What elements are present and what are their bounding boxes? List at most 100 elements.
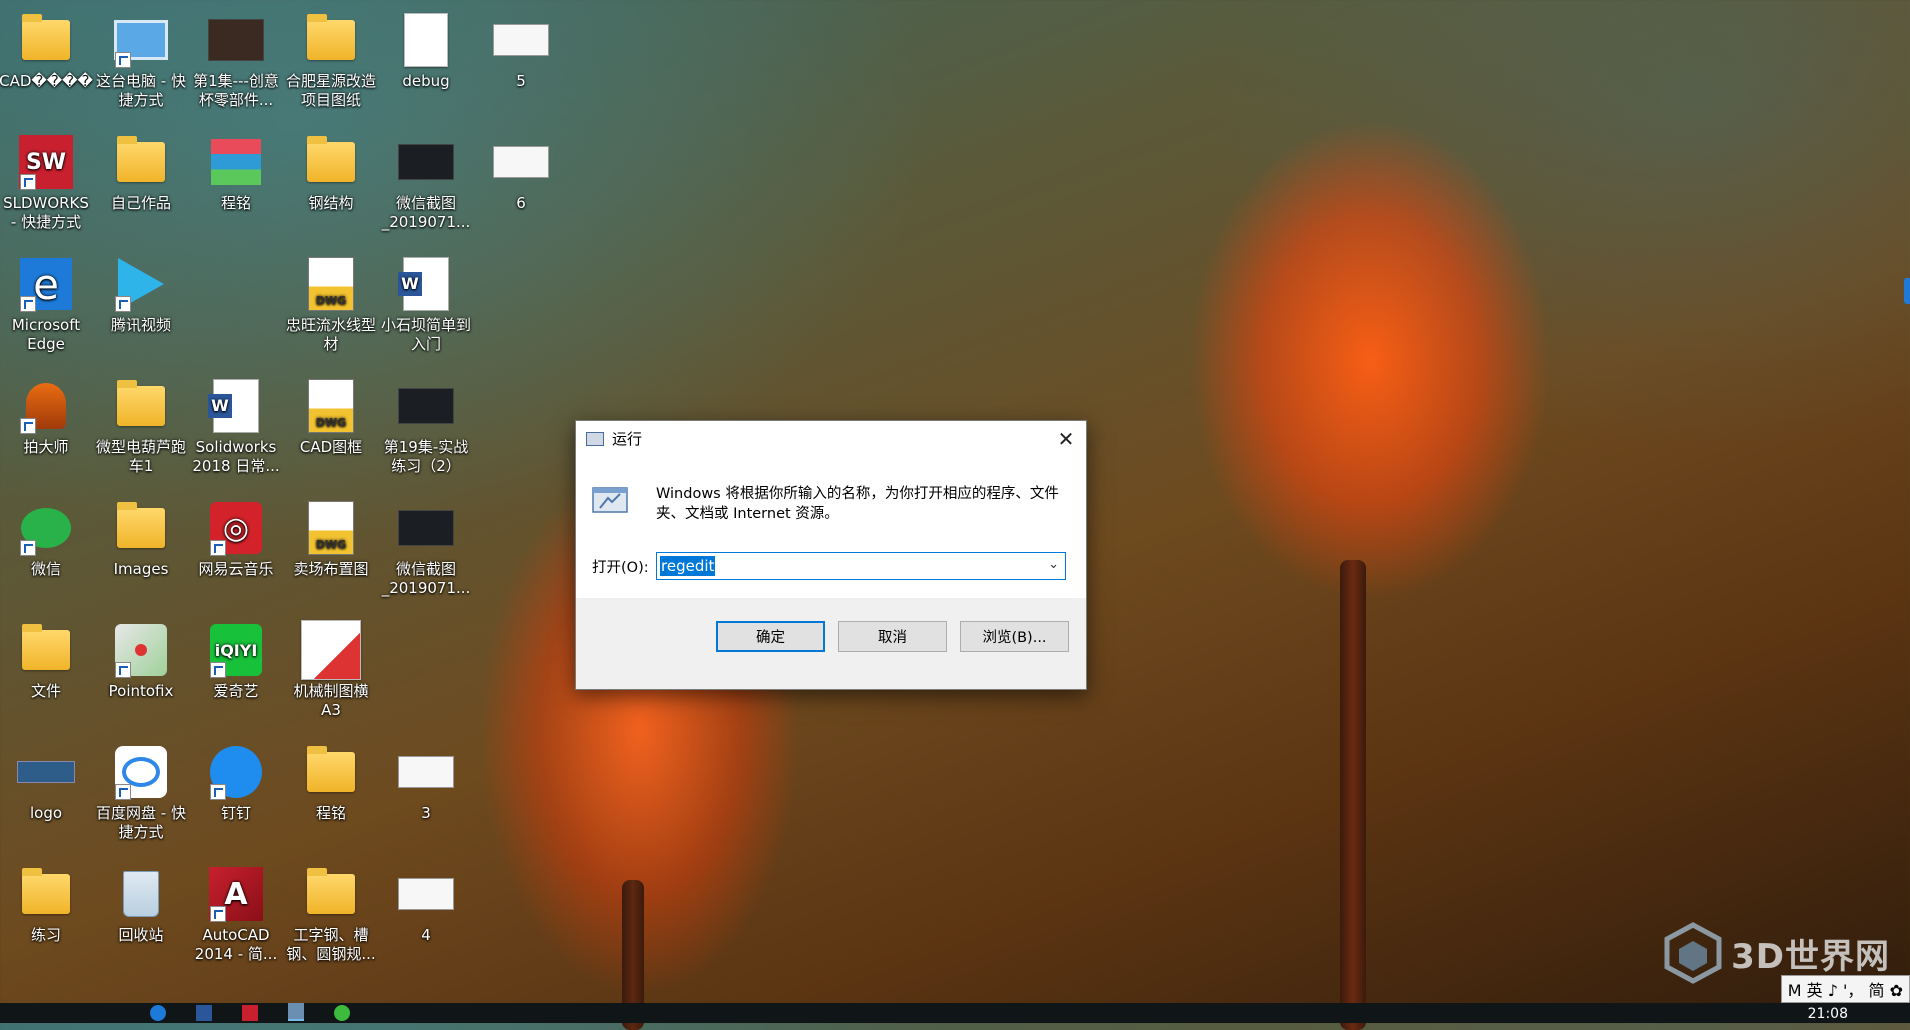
- cube-logo-icon: [1664, 922, 1722, 984]
- desktop-icon-label: 微型电葫芦跑车1: [95, 438, 186, 475]
- desktop-icon-label: 百度网盘 - 快捷方式: [96, 804, 186, 841]
- zip-icon: [206, 132, 266, 192]
- desktop-icon-hoist-folder[interactable]: 微型电葫芦跑车1: [95, 376, 187, 476]
- desktop-icon-netease-music[interactable]: ◎ 网易云音乐: [190, 498, 282, 579]
- wechat-taskbar-icon[interactable]: [334, 1005, 350, 1021]
- desktop-icon-label: 机械制图横A3: [293, 682, 369, 719]
- desktop-icon-chengming-folder[interactable]: 程铭: [285, 742, 377, 823]
- desktop-icon-microsoft-edge[interactable]: e Microsoft Edge: [0, 254, 92, 354]
- dwg-icon: DWG: [301, 498, 361, 558]
- dialog-title-bar[interactable]: 运行 ✕: [576, 421, 1086, 456]
- open-row: 打开(O): regedit ⌄: [592, 552, 1066, 580]
- ok-button[interactable]: 确定: [716, 621, 825, 652]
- desktop-icon-label: 6: [516, 194, 526, 212]
- run-taskbar-icon[interactable]: [288, 1003, 304, 1021]
- desktop-icon-cad-frame-dwg[interactable]: DWG CAD图框: [285, 376, 377, 457]
- desktop-icon-autocad-2014[interactable]: A AutoCAD 2014 - 简...: [190, 864, 282, 964]
- desktop-icon-label: 合肥星源改造项目图纸: [285, 72, 376, 109]
- desktop-icon-label: 第1集---创意杯零部件...: [193, 72, 279, 109]
- desktop-icon-own-works-folder[interactable]: 自己作品: [95, 132, 187, 213]
- desktop-icon-label: 网易云音乐: [198, 560, 274, 578]
- folder-icon: [301, 132, 361, 192]
- desktop-icon-label: Images: [113, 560, 169, 578]
- solidworks-taskbar-icon[interactable]: [242, 1005, 258, 1021]
- netease-icon: ◎: [206, 498, 266, 558]
- edge-icon: e: [16, 254, 76, 314]
- desktop-icon-logo-image[interactable]: logo: [0, 742, 92, 823]
- open-input-value[interactable]: regedit: [660, 556, 716, 576]
- ime-toolbar[interactable]: M 英 ♪ '， 简 ✿: [1780, 975, 1910, 1003]
- folder-icon: [111, 376, 171, 436]
- desktop-icon-label: 腾讯视频: [110, 316, 171, 334]
- dark-icon: [396, 376, 456, 436]
- desktop-icon-image-4[interactable]: 4: [380, 864, 472, 945]
- desktop-icon-xiaoshiba-doc[interactable]: W 小石坝简单到入门: [380, 254, 472, 354]
- desktop-icon-label: 练习: [30, 926, 61, 944]
- video-icon: [206, 10, 266, 70]
- dialog-body: Windows 将根据你所输入的名称，为你打开相应的程序、文件夹、文档或 Int…: [576, 456, 1086, 598]
- desktop-icon-file-folder[interactable]: 文件: [0, 620, 92, 701]
- desktop-icon-pointofix[interactable]: Pointofix: [95, 620, 187, 701]
- desktop-icon-dingding[interactable]: 钉钉: [190, 742, 282, 823]
- dialog-description: Windows 将根据你所输入的名称，为你打开相应的程序、文件夹、文档或 Int…: [656, 486, 1059, 522]
- open-combobox[interactable]: regedit ⌄: [656, 552, 1066, 580]
- iqiyi-icon: iQIYI: [206, 620, 266, 680]
- desktop-icon-recycle-bin[interactable]: 回收站: [95, 864, 187, 945]
- desktop-icon-wechat-screenshot-2[interactable]: 微信截图_2019071...: [380, 498, 472, 598]
- shortcut-arrow-icon: [210, 540, 226, 556]
- dark-icon: [396, 498, 456, 558]
- chevron-down-icon[interactable]: ⌄: [1048, 557, 1059, 572]
- shortcut-arrow-icon: [115, 296, 131, 312]
- desktop-icon-this-pc-shortcut[interactable]: 这台电脑 - 快捷方式: [95, 10, 187, 110]
- edge-side-tab[interactable]: [1904, 278, 1910, 304]
- desktop-icon-paidashi[interactable]: 拍大师: [0, 376, 92, 457]
- tencent-icon: [111, 254, 171, 314]
- desktop-icon-wechat[interactable]: 微信: [0, 498, 92, 579]
- desktop-icon-debug-file[interactable]: debug: [380, 10, 472, 91]
- watermark-text: 3D世界网: [1731, 936, 1890, 977]
- word-icon: W: [206, 376, 266, 436]
- desktop-icon-store-layout-dwg[interactable]: DWG 卖场布置图: [285, 498, 377, 579]
- pc-icon: [111, 10, 171, 70]
- desktop-icon-label: 回收站: [118, 926, 164, 944]
- desktop-icon-video-file-ep1[interactable]: 第1集---创意杯零部件...: [190, 10, 282, 110]
- desktop-icon-mech-drawing-a3[interactable]: 机械制图横A3: [285, 620, 377, 720]
- desktop-icon-image-6[interactable]: 6: [475, 132, 567, 213]
- autocad-icon: A: [206, 864, 266, 924]
- word-taskbar-icon[interactable]: [196, 1005, 212, 1021]
- desktop-icon-solidworks-doc[interactable]: W Solidworks 2018 日常...: [190, 376, 282, 476]
- desktop-icon-steel-structure-folder[interactable]: 钢结构: [285, 132, 377, 213]
- folder-icon: [111, 498, 171, 558]
- desktop-icon-wechat-screenshot-1[interactable]: 微信截图_2019071...: [380, 132, 472, 232]
- dialog-title: 运行: [612, 430, 643, 448]
- open-label: 打开(O):: [592, 559, 649, 576]
- desktop-icon-label: 微信截图_2019071...: [381, 194, 471, 231]
- dark-icon: [396, 132, 456, 192]
- desktop-icon-project-drawings-folder[interactable]: 合肥星源改造项目图纸: [285, 10, 377, 110]
- desktop-icon-iqiyi[interactable]: iQIYI 爱奇艺: [190, 620, 282, 701]
- desktop-icon-label: 钉钉: [220, 804, 251, 822]
- desktop-icon-chengming-archive[interactable]: 程铭: [190, 132, 282, 213]
- desktop-icon-label: 小石坝简单到入门: [380, 316, 471, 353]
- desktop-icon-label: 爱奇艺: [213, 682, 259, 700]
- close-button[interactable]: ✕: [1046, 421, 1086, 456]
- desktop-icon-solidworks-shortcut[interactable]: SW SLDWORKS - 快捷方式: [0, 132, 92, 232]
- desktop-icon-image-3[interactable]: 3: [380, 742, 472, 823]
- desktop-icon-tencent-video[interactable]: 腾讯视频: [95, 254, 187, 335]
- desktop-icon-label: Pointofix: [108, 682, 174, 700]
- desktop-icon-practice-folder[interactable]: 练习: [0, 864, 92, 945]
- edge-taskbar-icon[interactable]: [150, 1005, 166, 1021]
- desktop-icon-label: CAD图框: [299, 438, 363, 456]
- desktop-icon-images-folder[interactable]: Images: [95, 498, 187, 579]
- desktop-icon-baidu-netdisk[interactable]: 百度网盘 - 快捷方式: [95, 742, 187, 842]
- taskbar-clock[interactable]: 21:08: [1808, 1006, 1848, 1022]
- cancel-button[interactable]: 取消: [838, 621, 947, 652]
- desktop-icon-image-5[interactable]: 5: [475, 10, 567, 91]
- run-dialog: 运行 ✕ Windows 将根据你所输入的名称，为你打开相应的程序、文件夹、文档…: [575, 420, 1087, 690]
- dwg-icon: DWG: [301, 376, 361, 436]
- desktop-icon-cad-folder[interactable]: CAD����: [0, 10, 93, 91]
- desktop-icon-video-ep19[interactable]: 第19集-实战练习（2）: [380, 376, 472, 476]
- browse-button[interactable]: 浏览(B)...: [960, 621, 1069, 652]
- desktop-icon-steel-spec-folder[interactable]: 工字钢、槽钢、圆钢规...: [285, 864, 377, 964]
- desktop-icon-zhongwang-dwg[interactable]: DWG 忠旺流水线型材: [285, 254, 377, 354]
